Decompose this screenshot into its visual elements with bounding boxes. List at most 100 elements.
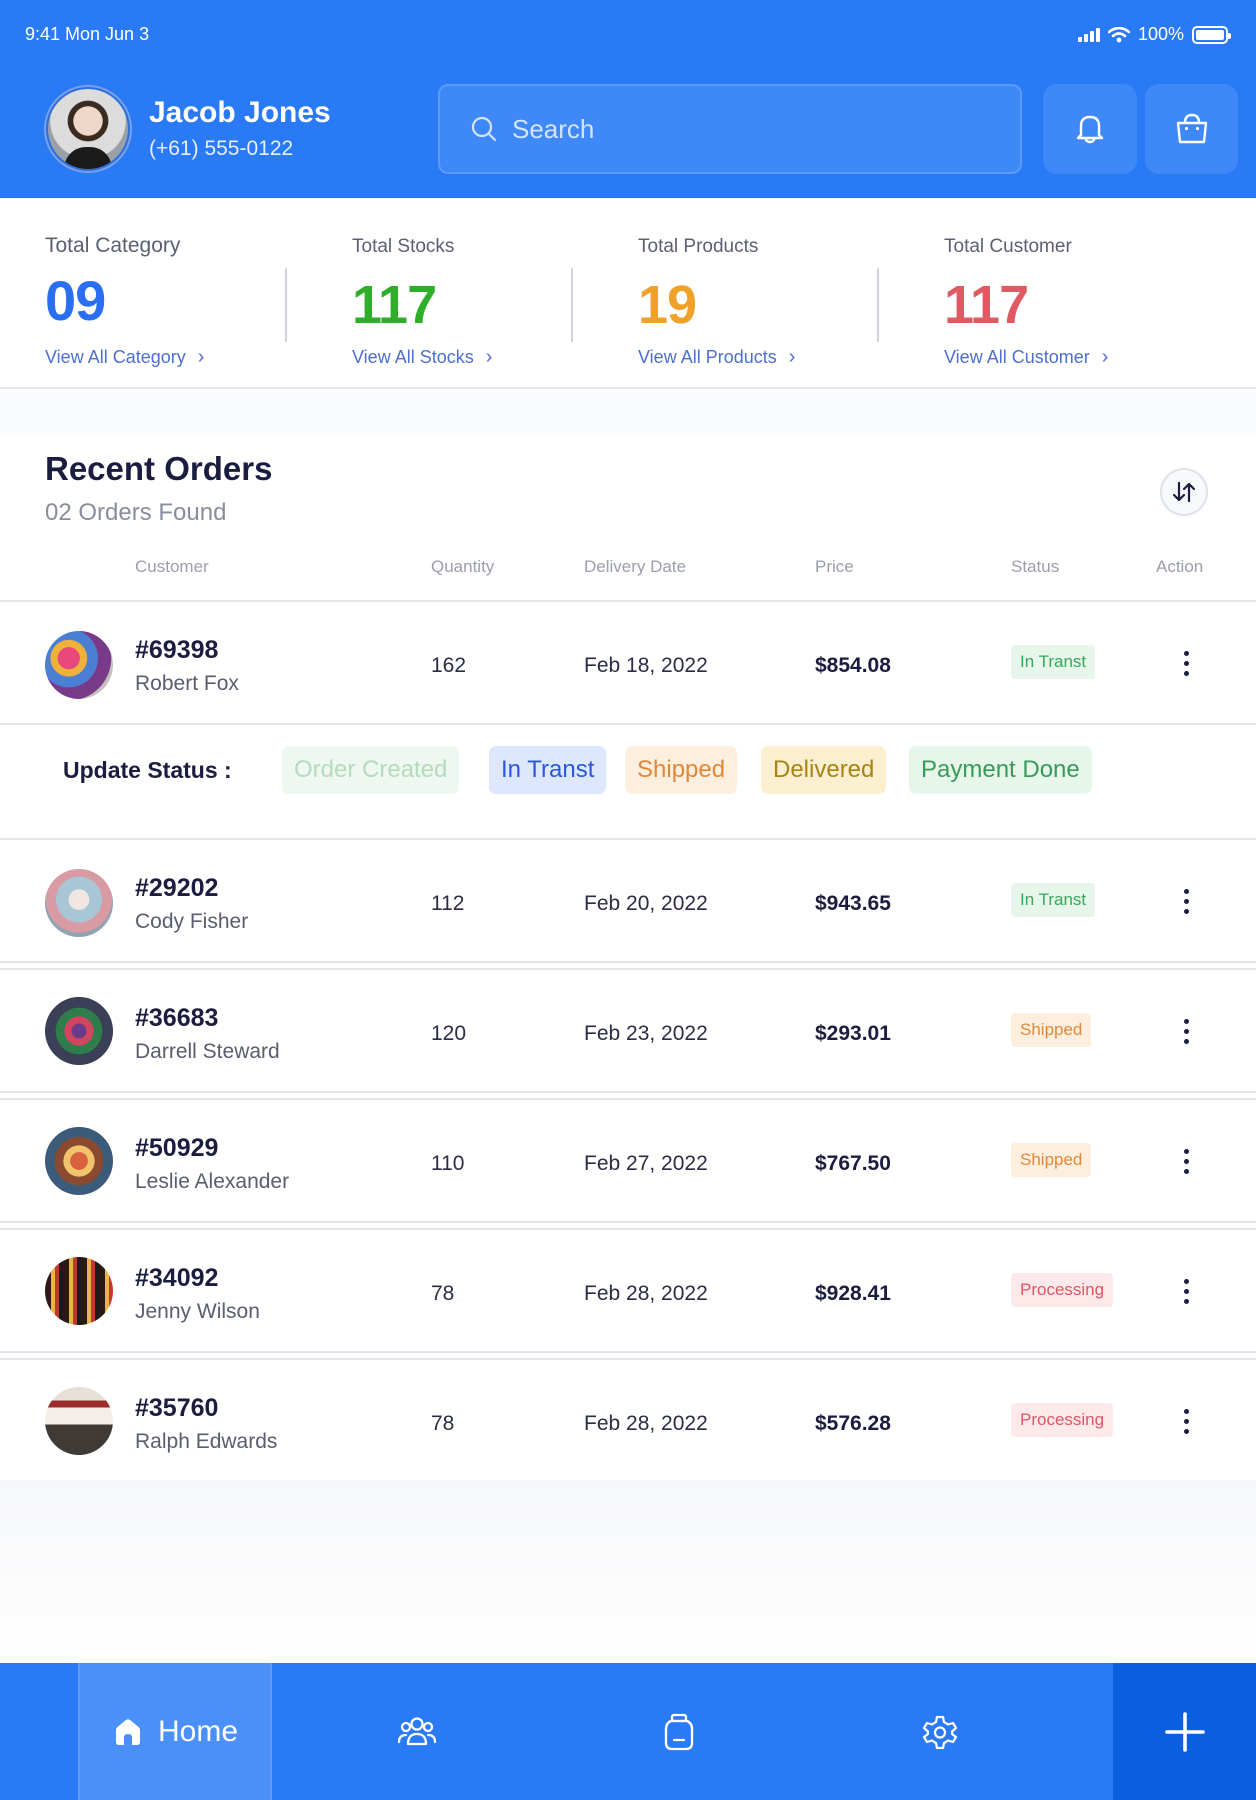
- customer-name: Darrell Steward: [135, 1040, 280, 1063]
- table-row[interactable]: #69398 Robert Fox 162 Feb 18, 2022 $854.…: [0, 600, 1256, 725]
- customer-name: Robert Fox: [135, 672, 239, 695]
- delivery-date: Feb 28, 2022: [584, 1282, 708, 1305]
- chevron-right-icon: ›: [485, 346, 493, 368]
- order-price: $767.50: [815, 1152, 891, 1175]
- search-icon: [471, 116, 497, 142]
- delivery-date: Feb 23, 2022: [584, 1022, 708, 1045]
- search-box[interactable]: [438, 84, 1022, 174]
- shopping-bag-icon: [1176, 113, 1207, 144]
- delivery-date: Feb 18, 2022: [584, 654, 708, 677]
- order-quantity: 120: [431, 1022, 467, 1045]
- view-all-customer-link[interactable]: View All Customer ›: [944, 346, 1108, 369]
- table-row[interactable]: #34092 Jenny Wilson 78 Feb 28, 2022 $928…: [0, 1228, 1256, 1353]
- cart-button[interactable]: [1145, 84, 1238, 174]
- nav-products[interactable]: [659, 1712, 699, 1752]
- battery-percent: 100%: [1137, 24, 1184, 44]
- order-quantity: 162: [431, 654, 467, 677]
- stat-label: Total Stocks: [352, 236, 455, 257]
- add-button[interactable]: [1113, 1663, 1256, 1800]
- status-badge: Processing: [1011, 1403, 1114, 1437]
- status-option-delivered[interactable]: Delivered: [761, 746, 887, 794]
- jar-icon: [664, 1713, 694, 1751]
- status-badge: In Transt: [1011, 883, 1096, 917]
- more-actions-button[interactable]: [1172, 1271, 1200, 1311]
- column-header-status: Status: [1011, 557, 1060, 576]
- wifi-icon: [1107, 26, 1130, 42]
- more-actions-button[interactable]: [1172, 643, 1200, 683]
- order-id: #69398: [135, 636, 219, 664]
- more-actions-button[interactable]: [1172, 1401, 1200, 1441]
- customer-photo: [45, 1257, 113, 1325]
- orders-count: 02 Orders Found: [45, 499, 227, 526]
- customer-photo: [45, 1127, 113, 1195]
- link-label: View All Customer: [944, 347, 1090, 367]
- customer-photo: [45, 631, 113, 699]
- user-avatar[interactable]: [44, 85, 132, 173]
- column-header-price: Price: [815, 557, 854, 576]
- avatar-photo: [48, 89, 128, 169]
- order-quantity: 112: [431, 892, 465, 915]
- divider: [571, 268, 573, 342]
- stats-panel: Total Category 09 View All Category › Tot…: [0, 198, 1256, 389]
- status-option-payment-done[interactable]: Payment Done: [909, 746, 1092, 794]
- delivery-date: Feb 20, 2022: [584, 892, 708, 915]
- chevron-right-icon: ›: [197, 346, 205, 368]
- update-status-label: Update Status :: [63, 757, 232, 783]
- search-input[interactable]: [512, 113, 992, 145]
- sort-button[interactable]: [1160, 468, 1208, 516]
- user-phone: (+61) 555-0122: [149, 137, 294, 160]
- table-row[interactable]: #29202 Cody Fisher 112 Feb 20, 2022 $943…: [0, 838, 1256, 963]
- column-header-delivery-date: Delivery Date: [584, 557, 687, 576]
- stat-label: Total Category: [45, 234, 181, 257]
- signal-icon: [1077, 27, 1100, 42]
- update-status-panel: Update Status : Order Created In Transt …: [0, 725, 1256, 840]
- order-id: #35760: [135, 1394, 219, 1422]
- order-quantity: 110: [431, 1152, 465, 1175]
- delivery-date: Feb 28, 2022: [584, 1412, 708, 1435]
- status-option-order-created[interactable]: Order Created: [282, 746, 460, 794]
- notifications-button[interactable]: [1043, 84, 1137, 174]
- customer-photo: [45, 869, 113, 937]
- more-actions-button[interactable]: [1172, 1011, 1200, 1051]
- more-actions-button[interactable]: [1172, 1141, 1200, 1181]
- customer-name: Cody Fisher: [135, 910, 249, 933]
- nav-settings[interactable]: [920, 1712, 960, 1752]
- column-header-customer: Customer: [135, 557, 209, 576]
- order-price: $293.01: [815, 1022, 891, 1045]
- order-id: #50929: [135, 1134, 219, 1162]
- order-price: $854.08: [815, 654, 891, 677]
- stat-value: 117: [352, 275, 437, 335]
- plus-icon: [1164, 1711, 1205, 1752]
- status-option-shipped[interactable]: Shipped: [625, 746, 738, 794]
- order-price: $576.28: [815, 1412, 891, 1435]
- order-id: #36683: [135, 1004, 219, 1032]
- table-row[interactable]: #35760 Ralph Edwards 78 Feb 28, 2022 $57…: [0, 1358, 1256, 1483]
- column-header-action: Action: [1156, 557, 1204, 576]
- view-all-category-link[interactable]: View All Category ›: [45, 346, 204, 369]
- content-fade: [0, 1480, 1256, 1663]
- table-row[interactable]: #36683 Darrell Steward 120 Feb 23, 2022 …: [0, 968, 1256, 1093]
- customer-photo: [45, 997, 113, 1065]
- order-price: $928.41: [815, 1282, 891, 1305]
- view-all-stocks-link[interactable]: View All Stocks ›: [352, 346, 492, 369]
- nav-customers[interactable]: [397, 1712, 437, 1752]
- status-right: 100%: [1077, 24, 1231, 45]
- status-option-in-transit[interactable]: In Transt: [489, 746, 607, 794]
- status-badge: Processing: [1011, 1273, 1114, 1307]
- customer-photo: [45, 1387, 113, 1455]
- recent-orders-title: Recent Orders: [45, 450, 273, 487]
- link-label: View All Category: [45, 347, 186, 367]
- order-quantity: 78: [431, 1412, 455, 1435]
- user-name: Jacob Jones: [149, 96, 331, 129]
- battery-icon: [1192, 25, 1231, 44]
- bottom-nav: Home: [0, 1663, 1256, 1800]
- more-actions-button[interactable]: [1172, 881, 1200, 921]
- customer-name: Jenny Wilson: [135, 1300, 260, 1323]
- order-id: #34092: [135, 1264, 219, 1292]
- link-label: View All Products: [638, 347, 777, 367]
- customer-name: Ralph Edwards: [135, 1430, 278, 1453]
- table-row[interactable]: #50929 Leslie Alexander 110 Feb 27, 2022…: [0, 1098, 1256, 1223]
- home-icon: [115, 1718, 140, 1745]
- nav-home[interactable]: Home: [78, 1663, 272, 1800]
- view-all-products-link[interactable]: View All Products ›: [638, 346, 795, 369]
